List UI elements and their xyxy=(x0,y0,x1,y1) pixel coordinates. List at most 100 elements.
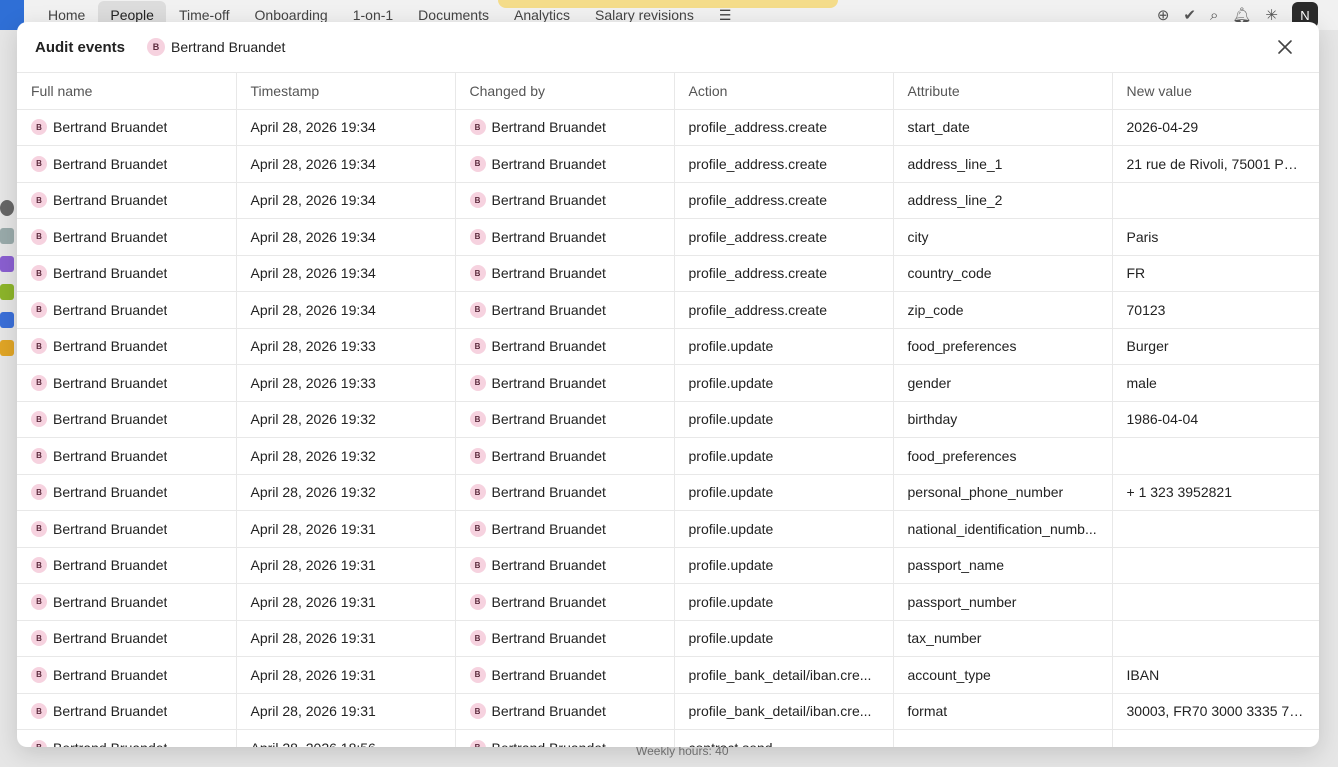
person-chip: B Bertrand Bruandet xyxy=(469,703,660,720)
table-row[interactable]: B Bertrand Bruandet April 28, 2026 19:34 B B… xyxy=(17,145,1319,183)
avatar: B xyxy=(31,630,47,647)
person-chip: B Bertrand Bruandet xyxy=(31,557,222,574)
person-chip: B Bertrand Bruandet xyxy=(31,301,222,318)
person-chip: B Bertrand Bruandet xyxy=(469,666,660,683)
table-row[interactable]: B Bertrand Bruandet April 28, 2026 19:34 B B… xyxy=(17,109,1319,146)
avatar: B xyxy=(31,374,47,391)
table-cell xyxy=(1112,620,1319,657)
person-name: Bertrand Bruandet xyxy=(53,740,167,747)
table-row[interactable]: B Bertrand Bruandet April 28, 2026 19:31 B B… xyxy=(17,510,1319,548)
column-header-full-name[interactable]: Full name xyxy=(17,73,237,110)
table-cell: B Bertrand Bruandet xyxy=(455,474,675,511)
avatar: B xyxy=(31,192,47,209)
column-header-attribute[interactable]: Attribute xyxy=(893,73,1113,110)
table-cell: profile.update xyxy=(674,583,894,621)
table-cell: April 28, 2026 19:34 xyxy=(236,109,456,146)
table-row[interactable]: B Bertrand Bruandet April 28, 2026 19:31 B B… xyxy=(17,547,1319,584)
person-name: Bertrand Bruandet xyxy=(491,374,606,391)
person-name: Bertrand Bruandet xyxy=(53,301,168,318)
audit-table: Full name Timestamp Changed by Action Attrib… xyxy=(17,73,1319,747)
table-cell: profile_address.create xyxy=(674,182,894,219)
table-cell: Burger xyxy=(1112,328,1319,365)
table-cell: B Bertrand Bruandet xyxy=(455,693,675,730)
avatar: B xyxy=(31,265,47,282)
table-row[interactable]: B Bertrand Bruandet April 28, 2026 19:31 B B… xyxy=(17,693,1319,730)
modal-user-name: Bertrand Bruandet xyxy=(171,39,286,55)
person-chip: B Bertrand Bruandet xyxy=(469,630,660,647)
table-cell: B Bertrand Bruandet xyxy=(17,328,237,365)
person-name: Bertrand Bruandet xyxy=(53,630,168,647)
person-chip: B Bertrand Bruandet xyxy=(469,593,660,610)
user-avatar-badge: B xyxy=(147,38,166,56)
table-cell: B Bertrand Bruandet xyxy=(17,401,237,438)
person-chip: B Bertrand Bruandet xyxy=(31,484,222,501)
table-row[interactable]: B Bertrand Bruandet April 28, 2026 19:32 B B… xyxy=(17,437,1319,475)
table-cell: B Bertrand Bruandet xyxy=(455,218,675,256)
person-name: Bertrand Bruandet xyxy=(53,520,168,537)
person-chip: B Bertrand Bruandet xyxy=(31,228,222,245)
person-name: Bertrand Bruandet xyxy=(53,703,168,720)
table-cell: April 28, 2026 19:33 xyxy=(236,364,456,402)
table-cell: B Bertrand Bruandet xyxy=(455,255,675,292)
table-cell: April 28, 2026 19:32 xyxy=(236,401,456,438)
person-chip: B Bertrand Bruandet xyxy=(31,666,222,683)
person-name: Bertrand Bruandet xyxy=(53,192,168,209)
table-cell: birthday xyxy=(893,401,1113,438)
notice-banner xyxy=(498,0,838,8)
document-icon[interactable] xyxy=(0,340,14,356)
table-cell: profile.update xyxy=(674,437,894,475)
person-chip: B Bertrand Bruandet xyxy=(31,593,222,610)
money-icon[interactable] xyxy=(0,284,14,300)
table-row[interactable]: B Bertrand Bruandet April 28, 2026 19:34 B B… xyxy=(17,291,1319,329)
compass-icon[interactable] xyxy=(0,200,14,216)
person-chip: B Bertrand Bruandet xyxy=(31,739,222,747)
table-cell: format xyxy=(893,693,1113,730)
table-cell: April 28, 2026 19:31 xyxy=(236,693,456,730)
table-row[interactable]: B Bertrand Bruandet April 28, 2026 19:31 B B… xyxy=(17,583,1319,621)
person-name: Bertrand Bruandet xyxy=(53,411,168,428)
table-cell: profile.update xyxy=(674,547,894,584)
table-row[interactable]: B Bertrand Bruandet April 28, 2026 19:32 B B… xyxy=(17,401,1319,438)
contacts-icon[interactable] xyxy=(0,256,14,272)
column-header-new-value[interactable]: New value xyxy=(1112,73,1319,110)
chat-icon[interactable] xyxy=(0,228,14,244)
person-chip: B Bertrand Bruandet xyxy=(469,411,660,428)
person-name: Bertrand Bruandet xyxy=(491,484,606,501)
person-name: Bertrand Bruandet xyxy=(491,338,606,355)
person-name: Bertrand Bruandet xyxy=(491,155,606,172)
table-cell: address_line_2 xyxy=(893,182,1113,219)
person-name: Bertrand Bruandet xyxy=(53,593,168,610)
person-chip: B Bertrand Bruandet xyxy=(31,374,222,391)
table-row[interactable]: B Bertrand Bruandet April 28, 2026 19:34 B B… xyxy=(17,218,1319,256)
person-name: Bertrand Bruandet xyxy=(53,666,168,683)
avatar: B xyxy=(469,666,486,683)
person-name: Bertrand Bruandet xyxy=(491,630,606,647)
table-row[interactable]: BBertrand BruandetApril 28, 2026 18:56BB… xyxy=(17,729,1319,747)
person-name: Bertrand Bruandet xyxy=(491,703,606,720)
column-header-action[interactable]: Action xyxy=(674,73,894,110)
table-cell: April 28, 2026 19:32 xyxy=(236,437,456,475)
table-row[interactable]: B Bertrand Bruandet April 28, 2026 19:33 B B… xyxy=(17,364,1319,402)
table-row[interactable]: B Bertrand Bruandet April 28, 2026 19:34 B B… xyxy=(17,255,1319,292)
avatar: B xyxy=(469,265,486,282)
column-header-timestamp[interactable]: Timestamp xyxy=(236,73,456,110)
person-chip: B Bertrand Bruandet xyxy=(469,447,660,464)
person-name: Bertrand Bruandet xyxy=(53,484,168,501)
table-row[interactable]: B Bertrand Bruandet April 28, 2026 19:34 B B… xyxy=(17,182,1319,219)
table-row[interactable]: B Bertrand Bruandet April 28, 2026 19:32 B B… xyxy=(17,474,1319,511)
close-button[interactable] xyxy=(1275,37,1295,57)
table-cell: B Bertrand Bruandet xyxy=(17,437,237,475)
close-icon xyxy=(1278,40,1292,54)
table-cell: profile_address.create xyxy=(674,255,894,292)
table-row[interactable]: B Bertrand Bruandet April 28, 2026 19:31 B B… xyxy=(17,656,1319,694)
person-chip: B Bertrand Bruandet xyxy=(31,155,222,172)
table-row[interactable]: B Bertrand Bruandet April 28, 2026 19:31 B B… xyxy=(17,620,1319,657)
avatar: B xyxy=(469,119,486,136)
column-header-changed-by[interactable]: Changed by xyxy=(455,73,675,110)
table-row[interactable]: B Bertrand Bruandet April 28, 2026 19:33 B B… xyxy=(17,328,1319,365)
app-sidebar xyxy=(0,200,16,356)
avatar: B xyxy=(31,557,47,574)
table-cell: B Bertrand Bruandet xyxy=(455,182,675,219)
people-icon[interactable] xyxy=(0,312,14,328)
search-icon[interactable]: ⌕ xyxy=(1210,7,1218,24)
